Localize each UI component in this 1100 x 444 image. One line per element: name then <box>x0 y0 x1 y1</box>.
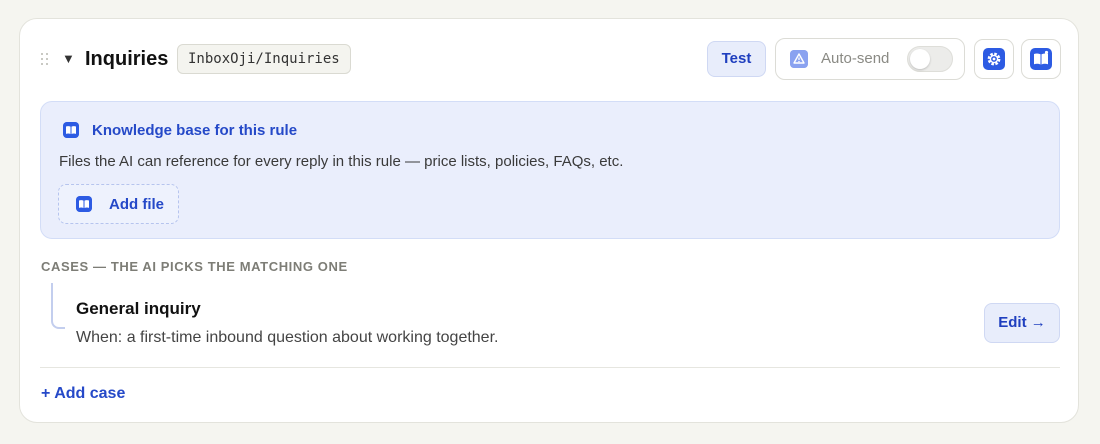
book-icon <box>63 122 79 138</box>
add-case-button[interactable]: + Add case <box>41 385 125 403</box>
case-title: General inquiry <box>76 299 201 318</box>
toggle-knob <box>910 49 930 69</box>
collapse-caret-icon[interactable]: ▼ <box>62 52 75 66</box>
add-file-button[interactable]: Add file <box>58 184 179 224</box>
knowledge-base-description: Files the AI can reference for every rep… <box>59 153 624 170</box>
gear-icon <box>983 48 1005 70</box>
rule-card: ▼ Inquiries InboxOji/Inquiries Test Auto… <box>19 18 1079 423</box>
knowledge-base-button[interactable] <box>1021 39 1061 79</box>
edit-case-button[interactable]: Edit → <box>984 303 1060 343</box>
autosend-control: Auto-send <box>775 38 965 80</box>
knowledge-base-panel: Knowledge base for this rule Files the A… <box>40 101 1060 239</box>
drag-handle-icon[interactable] <box>41 53 49 65</box>
test-button[interactable]: Test <box>707 41 766 77</box>
knowledge-base-title: Knowledge base for this rule <box>92 122 298 139</box>
cases-heading: CASES — THE AI PICKS THE MATCHING ONE <box>41 259 348 274</box>
case-connector <box>51 283 65 329</box>
settings-button[interactable] <box>974 39 1014 79</box>
add-file-label: Add file <box>109 196 164 213</box>
rule-title: Inquiries <box>85 48 169 70</box>
book-icon <box>1030 48 1052 70</box>
autosend-label: Auto-send <box>821 50 890 67</box>
autosend-toggle[interactable] <box>907 46 953 72</box>
warning-triangle-icon <box>790 50 808 68</box>
folder-path-badge: InboxOji/Inquiries <box>177 44 351 74</box>
divider <box>40 367 1060 368</box>
case-condition: When: a first-time inbound question abou… <box>76 329 499 346</box>
book-icon <box>76 196 92 212</box>
rule-header: ▼ Inquiries InboxOji/Inquiries Test Auto… <box>20 19 1078 101</box>
